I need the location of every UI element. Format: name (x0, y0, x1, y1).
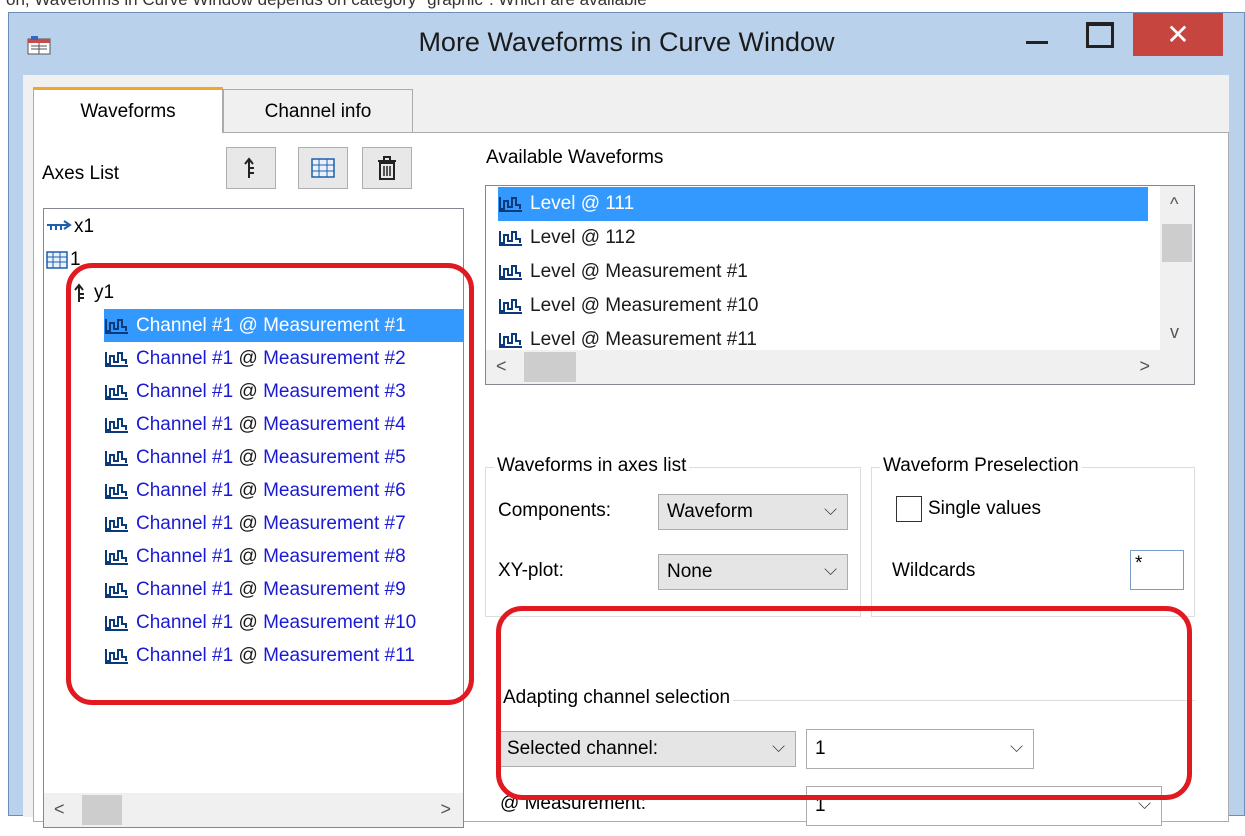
waveform-icon (499, 299, 522, 314)
close-button[interactable]: ✕ (1133, 13, 1223, 56)
list-item[interactable]: Level @ 112 (498, 221, 1148, 255)
y-axis-icon (244, 157, 254, 178)
single-values-label[interactable]: Single values (928, 498, 1041, 520)
delete-button[interactable] (362, 147, 412, 189)
waveform-icon (499, 197, 522, 212)
scroll-corner (1160, 350, 1194, 384)
grid-icon (46, 250, 68, 269)
list-item[interactable]: Level @ Measurement #10 (498, 289, 1148, 323)
minimize-button[interactable] (1007, 13, 1067, 57)
xy-plot-label: XY-plot: (498, 560, 564, 581)
x-axis-icon (47, 219, 72, 230)
available-waveforms-label: Available Waveforms (486, 147, 664, 168)
highlight-box-adapting (496, 606, 1192, 800)
title-bar: More Waveforms in Curve Window ✕ (9, 13, 1244, 75)
close-icon: ✕ (1166, 19, 1190, 50)
axes-list-label: Axes List (42, 163, 120, 184)
available-vscrollbar[interactable]: ^ v (1160, 186, 1194, 350)
waveform-preselection-group: Waveform Preselection Single values Wild… (871, 455, 1195, 617)
waveform-icon (499, 231, 522, 246)
maximize-button[interactable] (1071, 13, 1129, 57)
background-caption: on, Waveforms in Curve Window depends on… (0, 0, 1245, 12)
chevron-down-icon: ⌵ (824, 560, 837, 579)
tab-channel-info[interactable]: Channel info (223, 89, 413, 133)
axes-tree-hscrollbar[interactable]: < > (44, 793, 463, 827)
move-up-button[interactable] (226, 147, 276, 189)
scroll-right-icon[interactable]: > (440, 799, 451, 820)
single-values-checkbox[interactable] (896, 496, 922, 522)
grid-icon (311, 158, 335, 178)
available-waveforms-list[interactable]: Level @ 111 Level @ 112 Level @ Measurem… (485, 185, 1195, 385)
components-select[interactable]: Waveform ⌵ (658, 494, 848, 530)
scroll-right-icon[interactable]: > (1139, 356, 1150, 377)
wildcards-input[interactable]: * (1130, 550, 1184, 590)
chevron-down-icon: ⌵ (824, 500, 837, 519)
list-item[interactable]: Level @ Measurement #1 (498, 255, 1148, 289)
trash-icon (378, 156, 396, 180)
scroll-left-icon[interactable]: < (54, 799, 65, 820)
list-item[interactable]: Level @ 111 (498, 187, 1148, 221)
scroll-left-icon[interactable]: < (496, 356, 507, 377)
tab-waveforms[interactable]: Waveforms (33, 87, 223, 133)
scroll-thumb[interactable] (82, 795, 122, 825)
scroll-thumb[interactable] (524, 352, 576, 382)
available-hscrollbar[interactable]: < > (486, 350, 1162, 384)
scroll-down-icon[interactable]: v (1170, 322, 1179, 343)
scroll-up-icon[interactable]: ^ (1170, 194, 1178, 215)
scroll-thumb[interactable] (1162, 224, 1192, 262)
components-label: Components: (498, 500, 612, 521)
xy-plot-select[interactable]: None ⌵ (658, 554, 848, 590)
waveform-icon (499, 265, 522, 280)
tree-item-x1[interactable]: x1 (46, 210, 94, 243)
wildcards-label: Wildcards (892, 560, 976, 581)
new-system-button[interactable] (298, 147, 348, 189)
waveforms-in-axes-group: Waveforms in axes list Components: Wavef… (485, 455, 861, 617)
waveform-icon (499, 333, 522, 348)
highlight-box-axes (66, 263, 474, 705)
